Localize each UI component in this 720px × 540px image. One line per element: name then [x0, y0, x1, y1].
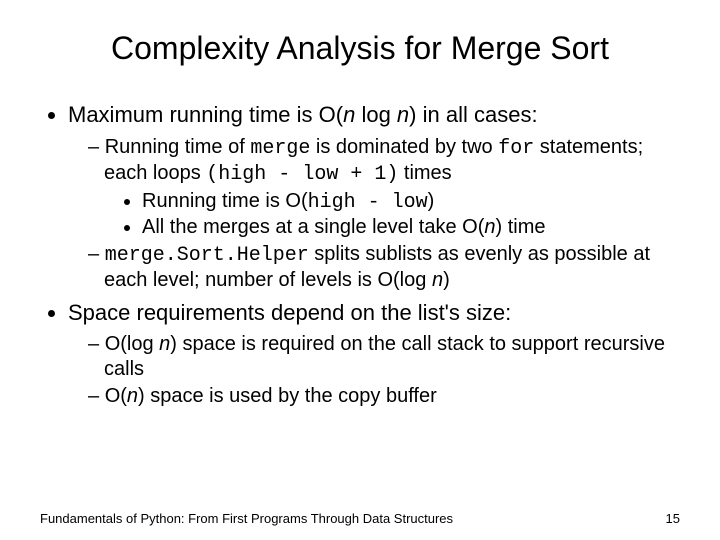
sub-bullet: O(n) space is used by the copy buffer: [88, 384, 680, 409]
bullet-2: Space requirements depend on the list's …: [68, 299, 680, 410]
text: is dominated by two: [310, 136, 498, 158]
subsub-bullet: All the merges at a single level take O(…: [142, 215, 680, 240]
text: ): [443, 269, 450, 291]
text: log: [355, 102, 397, 127]
text: O(log: [105, 333, 159, 355]
code-helper: merge.Sort.Helper: [105, 244, 309, 267]
text: ) time: [496, 216, 546, 238]
bullet-list: Maximum running time is O(n log n) in al…: [40, 101, 680, 409]
var-n: n: [127, 385, 138, 407]
page-number: 15: [666, 511, 680, 526]
var-n: n: [432, 269, 443, 291]
text: All the merges at a single level take O(: [142, 216, 484, 238]
sub-bullet: Running time of merge is dominated by tw…: [88, 135, 680, 240]
footer-text: Fundamentals of Python: From First Progr…: [40, 511, 453, 526]
sub-bullet: O(log n) space is required on the call s…: [88, 332, 680, 382]
text: Space requirements depend on the list's …: [68, 300, 511, 325]
sub-bullet: merge.Sort.Helper splits sublists as eve…: [88, 242, 680, 293]
code-expr: high - low: [308, 191, 428, 214]
text: ) in all cases:: [409, 102, 537, 127]
slide: Complexity Analysis for Merge Sort Maxim…: [0, 0, 720, 540]
text: Running time of: [105, 136, 251, 158]
var-n: n: [343, 102, 355, 127]
var-n: n: [397, 102, 409, 127]
var-n: n: [484, 216, 495, 238]
text: ) space is required on the call stack to…: [104, 333, 665, 380]
code-merge: merge: [250, 137, 310, 160]
sublist: O(log n) space is required on the call s…: [68, 332, 680, 409]
sublist: Running time of merge is dominated by tw…: [68, 135, 680, 293]
footer: Fundamentals of Python: From First Progr…: [40, 511, 680, 526]
text: times: [398, 162, 451, 184]
text: ): [428, 190, 435, 212]
subsublist: Running time is O(high - low) All the me…: [104, 189, 680, 240]
text: Maximum running time is O(: [68, 102, 343, 127]
subsub-bullet: Running time is O(high - low): [142, 189, 680, 215]
var-n: n: [159, 333, 170, 355]
bullet-1: Maximum running time is O(n log n) in al…: [68, 101, 680, 293]
text: O(: [105, 385, 127, 407]
text: Running time is O(: [142, 190, 308, 212]
text: ) space is used by the copy buffer: [138, 385, 437, 407]
code-expr: (high - low + 1): [206, 163, 398, 186]
code-for: for: [498, 137, 534, 160]
slide-title: Complexity Analysis for Merge Sort: [40, 30, 680, 67]
